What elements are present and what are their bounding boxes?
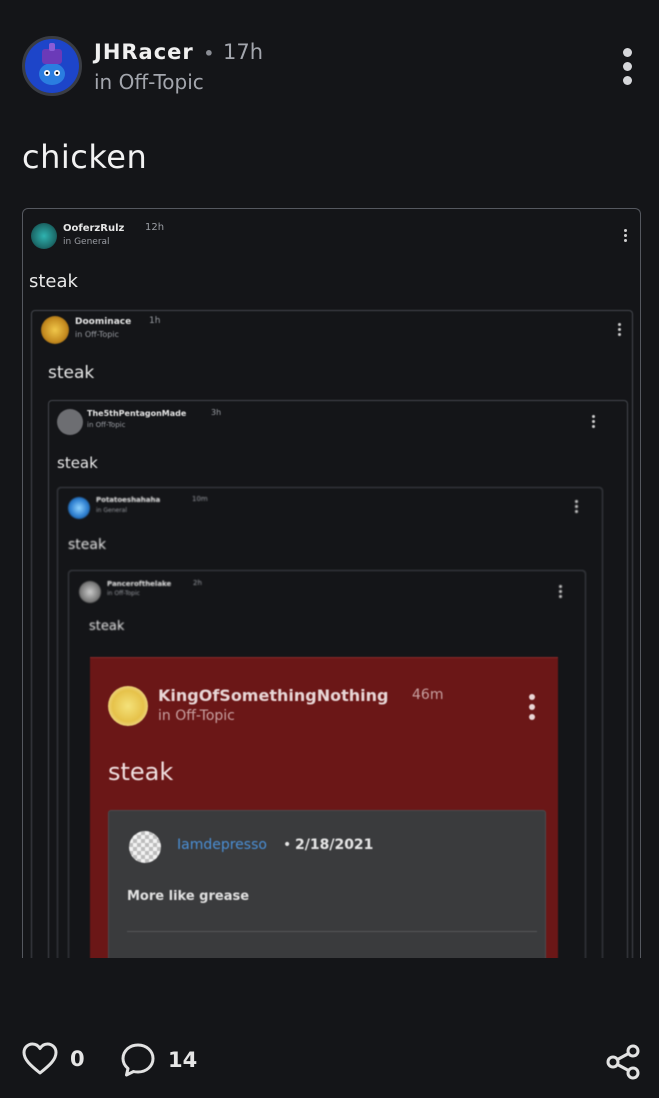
separator-dot: • [283,837,292,853]
author-name: Potatoeshahaha [96,496,161,504]
separator-dot: • [203,44,216,63]
like-count: 0 [70,1047,85,1071]
post-time: 17h [223,40,264,64]
post-time: 1h [149,316,161,326]
community: in Off-Topic [75,330,119,339]
author-name: OoferzRulz [63,223,125,234]
heart-icon [22,1042,58,1075]
post-actions: 0 14 [0,1030,659,1090]
more-vertical-icon [575,500,579,515]
community: in General [63,237,110,247]
post-time: 2h [193,579,202,587]
avatar [41,316,69,344]
post-text: steak [48,363,95,383]
post-text: steak [108,758,174,786]
avatar [79,581,101,603]
avatar [129,831,161,863]
more-vertical-icon [624,229,628,244]
community: in Off-Topic [107,590,140,597]
avatar [68,497,90,519]
comment-card: Iamdepresso • 2/18/2021 More like grease [108,810,546,958]
community: in Off-Topic [158,708,235,724]
community-link[interactable]: in Off-Topic [94,70,204,94]
like-button[interactable]: 0 [22,1042,85,1076]
author-line: JHRacer • 17h [94,40,263,64]
author-name[interactable]: JHRacer [94,40,194,64]
author-name: The5thPentagonMade [87,409,187,418]
post-text: steak [29,271,78,292]
author-name: KingOfSomethingNothing [158,686,389,705]
more-vertical-icon [618,323,622,338]
more-vertical-icon [529,694,535,722]
post-text: steak [68,537,107,553]
more-vertical-icon [592,415,596,430]
post-time: 46m [412,687,444,703]
author-name: Doominace [75,317,132,327]
avatar [31,223,57,249]
share-icon [606,1044,640,1080]
divider [127,931,537,932]
author-name: Pancerofthelake [107,580,172,588]
more-vertical-icon[interactable] [621,48,633,86]
post-time: 12h [145,222,165,233]
more-vertical-icon [559,585,563,600]
author-avatar[interactable] [22,36,82,96]
post-time: 3h [211,408,222,417]
comment-date: 2/18/2021 [295,837,374,853]
community: in General [96,507,128,514]
nested-post-6: KingOfSomethingNothing 46m in Off-Topic … [90,657,558,958]
comment-count: 14 [168,1048,198,1072]
comment-button[interactable]: 14 [120,1042,197,1078]
post-text: chicken [22,138,148,176]
avatar [108,686,148,726]
avatar [57,409,83,435]
community: in Off-Topic [87,421,126,429]
comment-icon [121,1043,155,1077]
comment-author: Iamdepresso [177,837,267,853]
post-image[interactable]: OoferzRulz 12h in General steak Doominac… [22,208,641,958]
comment-text: More like grease [127,889,250,904]
post-text: steak [89,619,125,634]
post-text: steak [57,454,98,472]
share-button[interactable] [605,1044,643,1084]
post-header: JHRacer • 17h in Off-Topic [22,36,637,98]
post-time: 10m [192,495,208,503]
